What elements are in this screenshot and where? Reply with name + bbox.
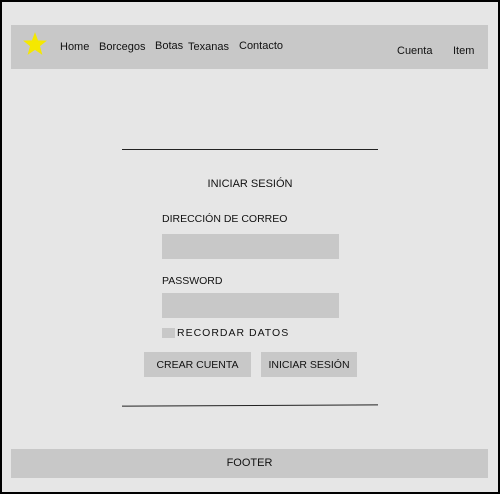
create-account-button[interactable]: CREAR CUENTA — [144, 352, 251, 377]
email-label: DIRECCIÓN DE CORREO — [162, 213, 288, 225]
star-icon[interactable] — [22, 31, 48, 57]
password-field[interactable] — [162, 293, 339, 318]
login-title: INICIAR SESIÓN — [207, 178, 293, 190]
nav-link-texanas[interactable]: Texanas — [188, 41, 229, 53]
remember-checkbox[interactable] — [162, 328, 175, 338]
password-label: PASSWORD — [162, 275, 223, 287]
top-divider — [122, 149, 378, 150]
footer: FOOTER — [11, 449, 488, 478]
login-button[interactable]: INICIAR SESIÓN — [261, 352, 357, 377]
nav-link-home[interactable]: Home — [60, 41, 89, 53]
nav-link-contacto[interactable]: Contacto — [239, 40, 283, 52]
nav-link-borcegos[interactable]: Borcegos — [99, 41, 145, 53]
nav-link-item[interactable]: Item — [453, 45, 474, 57]
email-field[interactable] — [162, 234, 339, 259]
nav-link-cuenta[interactable]: Cuenta — [397, 45, 432, 57]
remember-label: RECORDAR DATOS — [177, 327, 290, 339]
nav-link-botas[interactable]: Botas — [155, 40, 183, 52]
